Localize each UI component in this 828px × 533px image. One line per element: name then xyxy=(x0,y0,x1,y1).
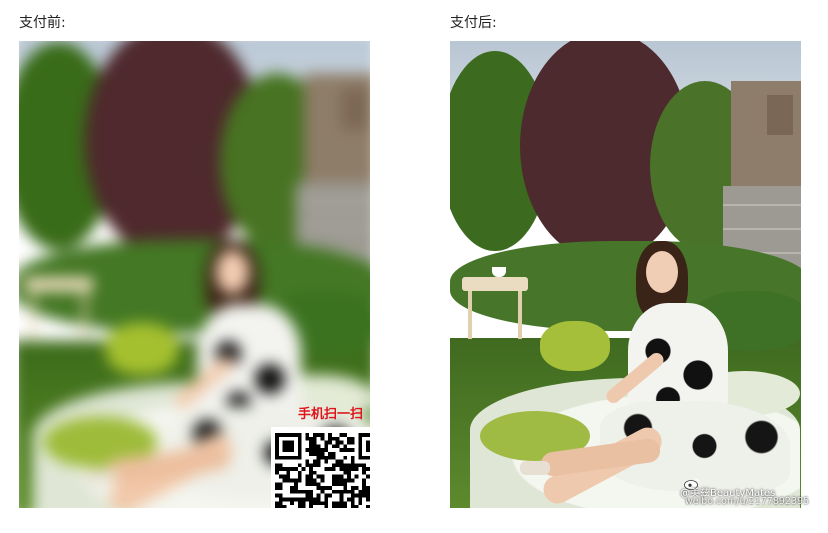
before-payment-label: 支付前: xyxy=(19,15,66,31)
after-payment-label: 支付后: xyxy=(450,15,497,31)
blurred-preview-image: 手机扫一扫 xyxy=(19,41,370,508)
full-image xyxy=(450,41,801,508)
scan-with-phone-text: 手机扫一扫 xyxy=(298,407,364,422)
weibo-url-watermark: weibo.com/u/2177892395 xyxy=(685,496,810,507)
payment-qr-code[interactable] xyxy=(271,427,370,508)
qr-code-icon xyxy=(275,433,370,508)
